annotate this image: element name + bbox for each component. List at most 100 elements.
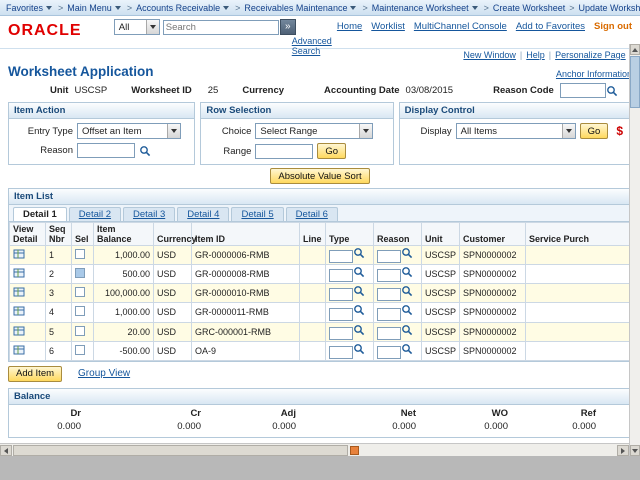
type-input[interactable] xyxy=(329,326,353,340)
worksheet-id-label: Worksheet ID xyxy=(131,85,192,96)
service-purch-cell xyxy=(525,321,631,342)
home-link[interactable]: Home xyxy=(337,21,362,32)
scroll-up-arrow[interactable] xyxy=(630,44,640,55)
search-scope-select[interactable]: All xyxy=(113,19,160,35)
type-lookup-icon[interactable] xyxy=(353,247,365,259)
view-detail-icon[interactable] xyxy=(13,286,25,298)
worklist-link[interactable]: Worklist xyxy=(371,21,405,32)
multichannel-console-link[interactable]: MultiChannel Console xyxy=(414,21,507,32)
type-lookup-icon[interactable] xyxy=(353,285,365,297)
anchor-information-link[interactable]: Anchor Information xyxy=(556,69,632,79)
type-lookup-icon[interactable] xyxy=(353,343,365,355)
chevron-down-icon[interactable] xyxy=(167,124,180,138)
seq-nbr-cell: 4 xyxy=(45,302,72,323)
chevron-down-icon[interactable] xyxy=(561,124,575,138)
breadcrumb-item-create-worksheet[interactable]: Create Worksheet xyxy=(493,3,565,13)
reason-cell-input[interactable] xyxy=(377,288,401,302)
view-detail-icon[interactable] xyxy=(13,248,25,260)
breadcrumb-item-main-menu[interactable]: Main Menu xyxy=(67,3,112,13)
view-detail-icon[interactable] xyxy=(13,325,25,337)
type-input[interactable] xyxy=(329,250,353,264)
type-lookup-icon[interactable] xyxy=(353,324,365,336)
chevron-down-icon xyxy=(471,6,478,13)
scroll-left-arrow[interactable] xyxy=(0,445,12,456)
horizontal-scroll-thumb[interactable] xyxy=(13,445,348,456)
reason-lookup-icon[interactable] xyxy=(401,285,413,297)
scroll-marker[interactable] xyxy=(350,446,359,455)
type-input[interactable] xyxy=(329,345,353,359)
group-view-link[interactable]: Group View xyxy=(78,368,130,379)
reason-cell-input[interactable] xyxy=(377,269,401,283)
tab-detail-2[interactable]: Detail 2 xyxy=(68,207,122,221)
personalize-page-link[interactable]: Personalize Page xyxy=(555,50,626,60)
advanced-search-link[interactable]: Advanced Search xyxy=(292,36,337,56)
type-input[interactable] xyxy=(329,307,353,321)
chevron-down-icon[interactable] xyxy=(359,124,373,138)
breadcrumb-item-favorites[interactable]: Favorites xyxy=(6,3,43,13)
scroll-down-arrow[interactable] xyxy=(630,445,640,456)
reason-cell-input[interactable] xyxy=(377,250,401,264)
item-balance-cell: 1,000.00 xyxy=(93,302,154,323)
breadcrumb-item-receivables-maintenance[interactable]: Receivables Maintenance xyxy=(244,3,347,13)
reason-cell-input[interactable] xyxy=(377,326,401,340)
sel-checkbox[interactable] xyxy=(75,287,85,298)
customer-cell: SPN0000002 xyxy=(459,302,526,323)
absolute-value-sort-button[interactable]: Absolute Value Sort xyxy=(270,168,370,184)
help-link[interactable]: Help xyxy=(526,50,545,60)
type-input[interactable] xyxy=(329,288,353,302)
row-selection-groupbox: Row Selection Choice Select Range Range … xyxy=(200,102,394,165)
range-input[interactable] xyxy=(255,143,314,159)
type-input[interactable] xyxy=(329,269,353,283)
reason-input[interactable] xyxy=(77,143,135,158)
search-go-button[interactable]: » xyxy=(279,19,296,35)
global-search: All » Advanced Search xyxy=(113,19,337,56)
add-item-button[interactable]: Add Item xyxy=(8,365,63,382)
sel-checkbox[interactable] xyxy=(75,344,85,355)
breadcrumb-item-update-worksheet[interactable]: Update Worksheet xyxy=(579,3,640,13)
view-detail-icon[interactable] xyxy=(13,267,25,279)
reason-lookup-icon[interactable] xyxy=(401,304,413,316)
vertical-scroll-thumb[interactable] xyxy=(630,56,640,108)
tab-detail-3[interactable]: Detail 3 xyxy=(123,207,176,221)
view-detail-icon[interactable] xyxy=(13,344,25,356)
type-lookup-icon[interactable] xyxy=(353,266,365,278)
sign-out-link[interactable]: Sign out xyxy=(594,21,632,32)
type-lookup-icon[interactable] xyxy=(353,304,365,316)
chevron-down-icon[interactable] xyxy=(145,20,159,34)
reason-lookup-icon[interactable] xyxy=(401,247,413,259)
reason-code-input[interactable] xyxy=(559,83,606,98)
range-go-button[interactable]: Go xyxy=(317,143,347,159)
breadcrumb-item-accounts-receivable[interactable]: Accounts Receivable xyxy=(136,3,220,13)
reason-code-lookup-icon[interactable] xyxy=(606,85,618,97)
reason-cell-input[interactable] xyxy=(377,307,401,321)
reason-cell-input[interactable] xyxy=(377,345,401,359)
breadcrumb-item-maintenance-worksheet[interactable]: Maintenance Worksheet xyxy=(372,3,469,13)
display-select[interactable]: All Items xyxy=(455,123,576,139)
unit-label: Unit xyxy=(50,85,69,96)
tab-detail-1[interactable]: Detail 1 xyxy=(13,207,67,221)
sel-checkbox[interactable] xyxy=(75,268,85,279)
currency-icon[interactable]: $ xyxy=(616,124,623,138)
new-window-link[interactable]: New Window xyxy=(463,50,516,60)
sel-checkbox[interactable] xyxy=(75,249,85,260)
reason-lookup-icon[interactable] xyxy=(139,145,151,157)
reason-lookup-icon[interactable] xyxy=(401,324,413,336)
tab-detail-5[interactable]: Detail 5 xyxy=(231,207,284,221)
tab-detail-6[interactable]: Detail 6 xyxy=(285,207,338,221)
display-go-button[interactable]: Go xyxy=(579,123,609,139)
search-input[interactable] xyxy=(162,19,279,35)
unit-cell: USCSP xyxy=(421,244,460,266)
reason-lookup-icon[interactable] xyxy=(401,266,413,278)
sel-checkbox[interactable] xyxy=(75,306,85,317)
reason-lookup-icon[interactable] xyxy=(401,343,413,355)
add-to-favorites-link[interactable]: Add to Favorites xyxy=(516,21,585,32)
horizontal-scrollbar[interactable] xyxy=(0,443,629,456)
choice-select[interactable]: Select Range xyxy=(255,123,374,139)
sel-checkbox[interactable] xyxy=(75,325,85,336)
vertical-scrollbar[interactable] xyxy=(629,44,640,456)
scroll-right-arrow[interactable] xyxy=(617,445,629,456)
item-id-cell: OA-9 xyxy=(191,340,300,361)
view-detail-icon[interactable] xyxy=(13,305,25,317)
entry-type-select[interactable]: Offset an Item xyxy=(77,123,181,139)
tab-detail-4[interactable]: Detail 4 xyxy=(177,207,230,221)
